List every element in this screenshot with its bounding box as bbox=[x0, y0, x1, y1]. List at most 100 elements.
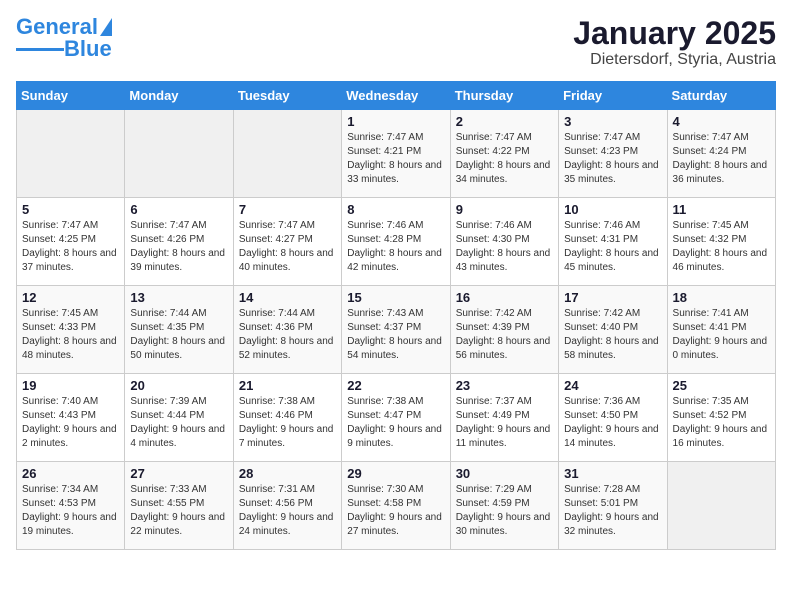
day-number: 23 bbox=[456, 378, 553, 393]
calendar-week-5: 26 Sunrise: 7:34 AM Sunset: 4:53 PM Dayli… bbox=[17, 462, 776, 550]
day-number: 14 bbox=[239, 290, 336, 305]
calendar-cell: 6Sunrise: 7:47 AM Sunset: 4:26 PM Daylig… bbox=[125, 198, 233, 286]
calendar-cell: 20Sunrise: 7:39 AM Sunset: 4:44 PM Dayli… bbox=[125, 374, 233, 462]
day-number: 26 bbox=[22, 466, 119, 481]
calendar-header-row: SundayMondayTuesdayWednesdayThursdayFrid… bbox=[17, 82, 776, 110]
day-header-tuesday: Tuesday bbox=[233, 82, 341, 110]
day-number: 11 bbox=[673, 202, 770, 217]
calendar-cell: 23 Sunrise: 7:37 AM Sunset: 4:49 PM Dayli… bbox=[450, 374, 558, 462]
day-number: 15 bbox=[347, 290, 444, 305]
calendar-cell: 29 Sunrise: 7:30 AM Sunset: 4:58 PM Dayli… bbox=[342, 462, 450, 550]
calendar-cell: 21 Sunrise: 7:38 AM Sunset: 4:46 PM Dayli… bbox=[233, 374, 341, 462]
calendar-cell: 15 Sunrise: 7:43 AM Sunset: 4:37 PM Dayli… bbox=[342, 286, 450, 374]
day-content: Sunrise: 7:44 AM Sunset: 4:36 PM Dayligh… bbox=[239, 307, 336, 363]
day-number: 3 bbox=[564, 114, 661, 129]
calendar-cell: 14 Sunrise: 7:44 AM Sunset: 4:36 PM Dayli… bbox=[233, 286, 341, 374]
day-number: 4 bbox=[673, 114, 770, 129]
day-content: Sunrise: 7:40 AM Sunset: 4:43 PM Dayligh… bbox=[22, 395, 119, 451]
logo-text: General bbox=[16, 16, 98, 38]
day-content: Sunrise: 7:42 AM Sunset: 4:40 PM Dayligh… bbox=[564, 307, 661, 363]
calendar-cell: 4Sunrise: 7:47 AM Sunset: 4:24 PM Daylig… bbox=[667, 110, 775, 198]
day-number: 30 bbox=[456, 466, 553, 481]
day-number: 29 bbox=[347, 466, 444, 481]
calendar-cell: 11Sunrise: 7:45 AM Sunset: 4:32 PM Dayli… bbox=[667, 198, 775, 286]
day-content: Sunrise: 7:47 AM Sunset: 4:27 PM Dayligh… bbox=[239, 219, 336, 275]
calendar-cell: 28 Sunrise: 7:31 AM Sunset: 4:56 PM Dayli… bbox=[233, 462, 341, 550]
title-area: January 2025 Dietersdorf, Styria, Austri… bbox=[573, 16, 776, 69]
day-content: Sunrise: 7:41 AM Sunset: 4:41 PM Dayligh… bbox=[673, 307, 770, 363]
day-content: Sunrise: 7:36 AM Sunset: 4:50 PM Dayligh… bbox=[564, 395, 661, 451]
day-number: 20 bbox=[130, 378, 227, 393]
day-content: Sunrise: 7:29 AM Sunset: 4:59 PM Dayligh… bbox=[456, 483, 553, 539]
calendar-cell: 12 Sunrise: 7:45 AM Sunset: 4:33 PM Dayli… bbox=[17, 286, 125, 374]
calendar-cell: 17 Sunrise: 7:42 AM Sunset: 4:40 PM Dayli… bbox=[559, 286, 667, 374]
day-content: Sunrise: 7:30 AM Sunset: 4:58 PM Dayligh… bbox=[347, 483, 444, 539]
calendar-cell bbox=[125, 110, 233, 198]
calendar-cell: 10Sunrise: 7:46 AM Sunset: 4:31 PM Dayli… bbox=[559, 198, 667, 286]
calendar-cell: 26 Sunrise: 7:34 AM Sunset: 4:53 PM Dayli… bbox=[17, 462, 125, 550]
day-content: Sunrise: 7:31 AM Sunset: 4:56 PM Dayligh… bbox=[239, 483, 336, 539]
calendar-cell: 30 Sunrise: 7:29 AM Sunset: 4:59 PM Dayli… bbox=[450, 462, 558, 550]
day-content: Sunrise: 7:43 AM Sunset: 4:37 PM Dayligh… bbox=[347, 307, 444, 363]
day-number: 21 bbox=[239, 378, 336, 393]
day-number: 18 bbox=[673, 290, 770, 305]
month-title: January 2025 bbox=[573, 16, 776, 51]
day-content: Sunrise: 7:38 AM Sunset: 4:46 PM Dayligh… bbox=[239, 395, 336, 451]
day-number: 2 bbox=[456, 114, 553, 129]
calendar-week-2: 5Sunrise: 7:47 AM Sunset: 4:25 PM Daylig… bbox=[17, 198, 776, 286]
calendar-cell bbox=[233, 110, 341, 198]
calendar-cell: 18 Sunrise: 7:41 AM Sunset: 4:41 PM Dayli… bbox=[667, 286, 775, 374]
day-content: Sunrise: 7:34 AM Sunset: 4:53 PM Dayligh… bbox=[22, 483, 119, 539]
day-content: Sunrise: 7:47 AM Sunset: 4:26 PM Dayligh… bbox=[130, 219, 227, 275]
day-number: 31 bbox=[564, 466, 661, 481]
calendar-cell: 9 Sunrise: 7:46 AM Sunset: 4:30 PM Daylig… bbox=[450, 198, 558, 286]
day-content: Sunrise: 7:38 AM Sunset: 4:47 PM Dayligh… bbox=[347, 395, 444, 451]
day-number: 16 bbox=[456, 290, 553, 305]
day-number: 8 bbox=[347, 202, 444, 217]
day-content: Sunrise: 7:28 AM Sunset: 5:01 PM Dayligh… bbox=[564, 483, 661, 539]
calendar-cell: 1Sunrise: 7:47 AM Sunset: 4:21 PM Daylig… bbox=[342, 110, 450, 198]
day-content: Sunrise: 7:47 AM Sunset: 4:21 PM Dayligh… bbox=[347, 131, 444, 187]
calendar-cell bbox=[17, 110, 125, 198]
calendar-cell: 2 Sunrise: 7:47 AM Sunset: 4:22 PM Daylig… bbox=[450, 110, 558, 198]
calendar-cell: 22Sunrise: 7:38 AM Sunset: 4:47 PM Dayli… bbox=[342, 374, 450, 462]
logo-icon bbox=[100, 18, 112, 36]
calendar-cell: 13Sunrise: 7:44 AM Sunset: 4:35 PM Dayli… bbox=[125, 286, 233, 374]
day-header-wednesday: Wednesday bbox=[342, 82, 450, 110]
day-content: Sunrise: 7:37 AM Sunset: 4:49 PM Dayligh… bbox=[456, 395, 553, 451]
day-content: Sunrise: 7:46 AM Sunset: 4:30 PM Dayligh… bbox=[456, 219, 553, 275]
day-number: 19 bbox=[22, 378, 119, 393]
calendar-cell: 31 Sunrise: 7:28 AM Sunset: 5:01 PM Dayli… bbox=[559, 462, 667, 550]
calendar-cell: 27Sunrise: 7:33 AM Sunset: 4:55 PM Dayli… bbox=[125, 462, 233, 550]
calendar-cell: 7 Sunrise: 7:47 AM Sunset: 4:27 PM Daylig… bbox=[233, 198, 341, 286]
day-number: 24 bbox=[564, 378, 661, 393]
day-number: 13 bbox=[130, 290, 227, 305]
day-content: Sunrise: 7:47 AM Sunset: 4:25 PM Dayligh… bbox=[22, 219, 119, 275]
day-number: 28 bbox=[239, 466, 336, 481]
day-content: Sunrise: 7:47 AM Sunset: 4:22 PM Dayligh… bbox=[456, 131, 553, 187]
page-header: General Blue January 2025 Dietersdorf, S… bbox=[16, 16, 776, 69]
calendar-week-1: 1Sunrise: 7:47 AM Sunset: 4:21 PM Daylig… bbox=[17, 110, 776, 198]
day-number: 27 bbox=[130, 466, 227, 481]
day-number: 7 bbox=[239, 202, 336, 217]
day-header-monday: Monday bbox=[125, 82, 233, 110]
day-number: 9 bbox=[456, 202, 553, 217]
calendar-cell: 5Sunrise: 7:47 AM Sunset: 4:25 PM Daylig… bbox=[17, 198, 125, 286]
day-number: 10 bbox=[564, 202, 661, 217]
day-content: Sunrise: 7:47 AM Sunset: 4:23 PM Dayligh… bbox=[564, 131, 661, 187]
calendar-table: SundayMondayTuesdayWednesdayThursdayFrid… bbox=[16, 81, 776, 550]
calendar-cell: 19 Sunrise: 7:40 AM Sunset: 4:43 PM Dayli… bbox=[17, 374, 125, 462]
day-number: 12 bbox=[22, 290, 119, 305]
calendar-week-4: 19 Sunrise: 7:40 AM Sunset: 4:43 PM Dayli… bbox=[17, 374, 776, 462]
day-header-saturday: Saturday bbox=[667, 82, 775, 110]
calendar-cell: 16 Sunrise: 7:42 AM Sunset: 4:39 PM Dayli… bbox=[450, 286, 558, 374]
calendar-cell: 8Sunrise: 7:46 AM Sunset: 4:28 PM Daylig… bbox=[342, 198, 450, 286]
day-header-friday: Friday bbox=[559, 82, 667, 110]
day-number: 17 bbox=[564, 290, 661, 305]
day-content: Sunrise: 7:42 AM Sunset: 4:39 PM Dayligh… bbox=[456, 307, 553, 363]
day-content: Sunrise: 7:45 AM Sunset: 4:33 PM Dayligh… bbox=[22, 307, 119, 363]
calendar-cell: 24 Sunrise: 7:36 AM Sunset: 4:50 PM Dayli… bbox=[559, 374, 667, 462]
location-subtitle: Dietersdorf, Styria, Austria bbox=[573, 51, 776, 69]
day-number: 25 bbox=[673, 378, 770, 393]
calendar-cell: 25Sunrise: 7:35 AM Sunset: 4:52 PM Dayli… bbox=[667, 374, 775, 462]
